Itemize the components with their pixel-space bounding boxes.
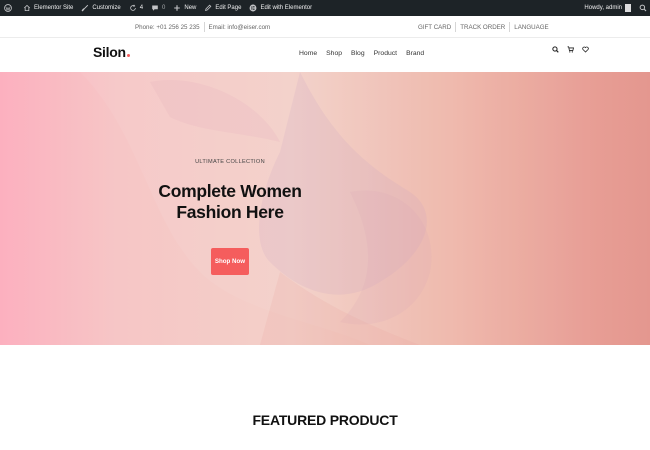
shop-now-button[interactable]: Shop Now [211, 248, 249, 275]
elementor-icon [249, 4, 257, 12]
howdy-label: Howdy, admin [584, 5, 622, 11]
edit-page-link[interactable]: Edit Page [200, 0, 245, 16]
main-nav: Home Shop Blog Product Brand [299, 50, 433, 57]
home-icon [23, 4, 31, 12]
plus-icon [173, 4, 181, 12]
nav-item-blog[interactable]: Blog [351, 50, 365, 57]
hero-eyebrow: ULTIMATE COLLECTION [195, 159, 265, 165]
site-logo[interactable]: Silon [93, 44, 130, 60]
pencil-icon [204, 4, 212, 12]
new-label: New [184, 5, 197, 11]
updates-link[interactable]: 4 [125, 0, 147, 16]
site-name-link[interactable]: Elementor Site [19, 0, 77, 16]
logo-dot [126, 54, 130, 57]
updates-count: 4 [139, 5, 144, 11]
edit-elementor-label: Edit with Elementor [260, 5, 313, 11]
contact-info: Phone: +01 256 25 235 Email: info@eiser.… [135, 16, 270, 38]
heart-icon[interactable] [580, 46, 590, 53]
divider [455, 22, 457, 32]
nav-item-product[interactable]: Product [374, 50, 397, 57]
cart-icon[interactable] [565, 46, 575, 53]
comments-link[interactable]: 0 [147, 0, 169, 16]
customize-link[interactable]: Customize [77, 0, 124, 16]
site-name-label: Elementor Site [34, 5, 74, 11]
nav-item-shop[interactable]: Shop [326, 50, 342, 57]
my-account-menu[interactable]: Howdy, admin [580, 0, 635, 16]
brush-icon [81, 4, 89, 12]
customize-label: Customize [92, 5, 121, 11]
phone-text: Phone: +01 256 25 235 [135, 23, 200, 31]
top-info-bar: Phone: +01 256 25 235 Email: info@eiser.… [0, 16, 650, 38]
updates-icon [129, 4, 137, 12]
admin-search-button[interactable] [635, 0, 650, 16]
avatar [625, 4, 631, 12]
hero-title-line: Fashion Here [176, 202, 284, 222]
edit-with-elementor-link[interactable]: Edit with Elementor [245, 0, 316, 16]
email-text: Email: info@eiser.com [208, 23, 271, 31]
top-links: GIFT CARD TRACK ORDER LANGUAGE [416, 16, 551, 38]
hero-banner: ULTIMATE COLLECTION Complete Women Fashi… [0, 72, 650, 345]
section-heading: FEATURED PRODUCT [252, 412, 398, 428]
nav-item-home[interactable]: Home [299, 50, 317, 57]
comment-icon [151, 4, 159, 12]
track-order-link[interactable]: TRACK ORDER [458, 24, 507, 31]
divider [509, 22, 511, 32]
header-icons [550, 46, 595, 53]
search-icon [639, 4, 647, 12]
divider [203, 22, 205, 32]
search-icon[interactable] [550, 46, 560, 53]
new-content-link[interactable]: New [169, 0, 200, 16]
language-link[interactable]: LANGUAGE [512, 24, 550, 31]
wp-admin-bar: Elementor Site Customize 4 0 New Edit Pa… [0, 0, 650, 16]
nav-item-brand[interactable]: Brand [406, 50, 424, 57]
logo-text: Silon [93, 44, 126, 60]
hero-title: Complete Women Fashion Here [0, 181, 460, 223]
edit-page-label: Edit Page [215, 5, 242, 11]
gift-card-link[interactable]: GIFT CARD [416, 24, 453, 31]
comments-count: 0 [162, 5, 166, 11]
site-header: Silon Home Shop Blog Product Brand [0, 38, 650, 72]
wordpress-logo-menu[interactable] [0, 0, 19, 16]
wordpress-icon [4, 4, 12, 12]
hero-title-line: Complete Women [158, 181, 302, 201]
